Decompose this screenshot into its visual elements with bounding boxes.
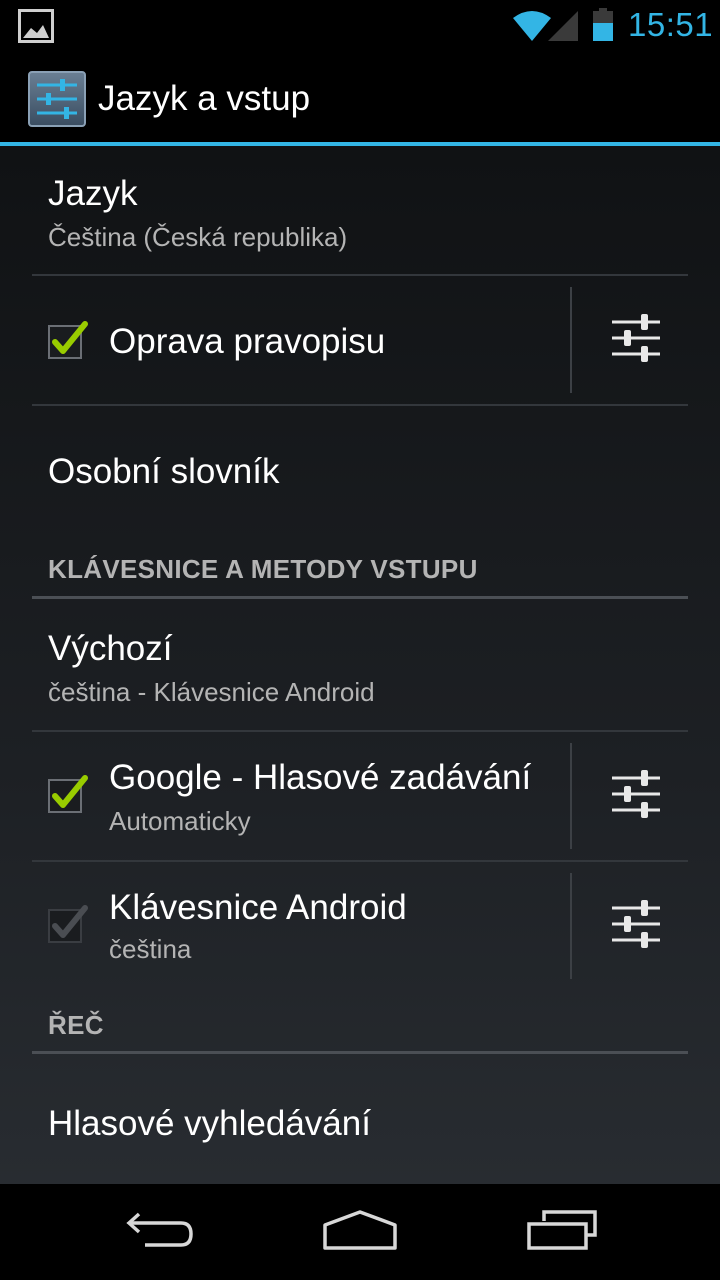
- google-voice-summary: Automaticky: [109, 806, 251, 836]
- action-bar: Jazyk a vstup: [0, 50, 720, 146]
- signal-icon: [547, 10, 579, 47]
- recent-apps-button[interactable]: [482, 1184, 642, 1280]
- settings-sliders-icon[interactable]: [28, 71, 86, 132]
- recent-apps-icon: [526, 1209, 598, 1256]
- google-voice-title: Google - Hlasové zadávání: [109, 758, 532, 797]
- personal-dictionary-title: Osobní slovník: [48, 452, 280, 491]
- wifi-icon: [512, 10, 552, 47]
- sliders-icon: [611, 899, 661, 954]
- battery-icon: [592, 8, 614, 47]
- spellcheck-preference[interactable]: Oprava pravopisu: [32, 276, 688, 404]
- google-voice-settings-button[interactable]: [600, 743, 672, 849]
- spellcheck-title: Oprava pravopisu: [109, 322, 386, 361]
- default-input-preference[interactable]: Výchozí čeština - Klávesnice Android: [32, 599, 688, 729]
- home-button[interactable]: [280, 1184, 440, 1280]
- personal-dictionary-preference[interactable]: Osobní slovník: [32, 406, 688, 536]
- vertical-separator: [570, 743, 572, 849]
- home-icon: [322, 1209, 398, 1256]
- google-voice-checkbox[interactable]: [48, 774, 88, 814]
- settings-list[interactable]: Jazyk Čeština (Česká republika) Oprava p…: [0, 146, 720, 1184]
- google-voice-preference[interactable]: Google - Hlasové zadávání Automaticky: [32, 732, 688, 860]
- vertical-separator: [570, 287, 572, 393]
- default-input-title: Výchozí: [48, 629, 173, 668]
- android-keyboard-checkbox[interactable]: [48, 904, 88, 944]
- spellcheck-settings-button[interactable]: [600, 287, 672, 393]
- section-header-keyboards: KLÁVESNICE A METODY VSTUPU: [48, 554, 478, 584]
- section-header-speech: ŘEČ: [48, 1010, 104, 1040]
- voice-search-title: Hlasové vyhledávání: [48, 1104, 371, 1143]
- picture-notification-icon: [18, 9, 54, 48]
- page-title: Jazyk a vstup: [98, 79, 311, 118]
- android-keyboard-settings-button[interactable]: [600, 873, 672, 979]
- clock: 15:51: [628, 6, 714, 43]
- vertical-separator: [570, 873, 572, 979]
- language-title: Jazyk: [48, 174, 138, 213]
- android-keyboard-summary: čeština: [109, 934, 192, 964]
- sliders-icon: [611, 313, 661, 368]
- android-keyboard-preference[interactable]: Klávesnice Android čeština: [32, 862, 688, 990]
- language-preference[interactable]: Jazyk Čeština (Česká republika): [32, 146, 688, 274]
- default-input-summary: čeština - Klávesnice Android: [48, 677, 375, 707]
- status-bar: 15:51: [0, 0, 720, 50]
- voice-search-preference[interactable]: Hlasové vyhledávání: [32, 1054, 688, 1184]
- navigation-bar: [0, 1184, 720, 1280]
- spellcheck-checkbox[interactable]: [48, 320, 88, 360]
- back-button[interactable]: [80, 1184, 240, 1280]
- language-summary: Čeština (Česká republika): [48, 222, 348, 252]
- back-icon: [125, 1210, 195, 1255]
- android-keyboard-title: Klávesnice Android: [109, 888, 407, 927]
- sliders-icon: [611, 769, 661, 824]
